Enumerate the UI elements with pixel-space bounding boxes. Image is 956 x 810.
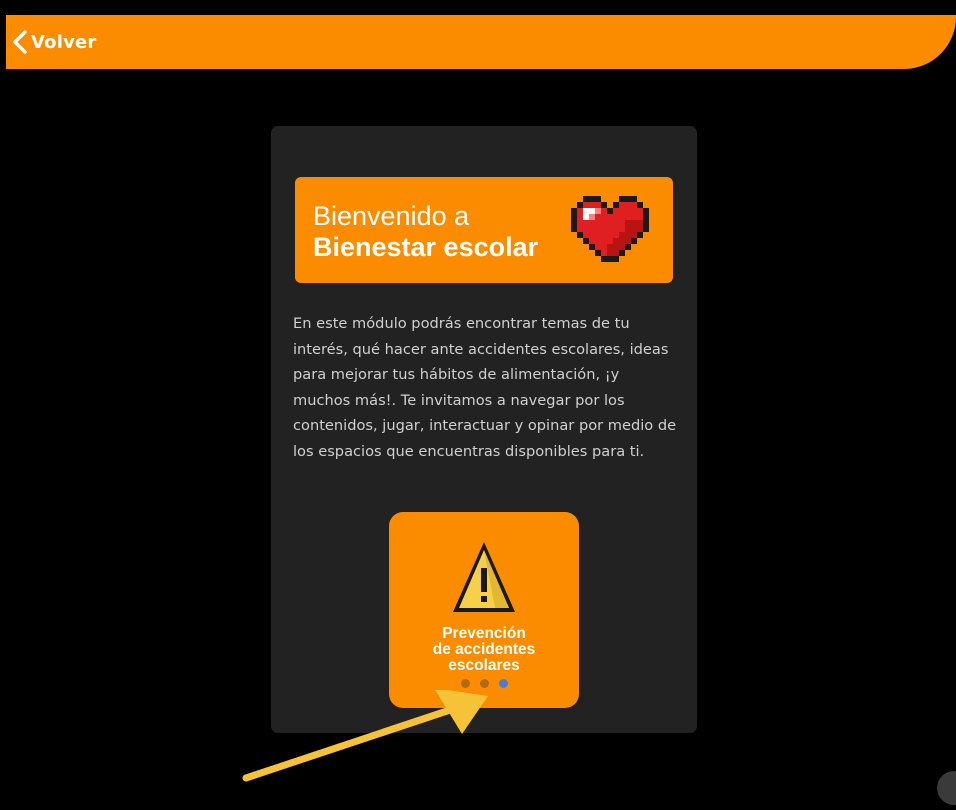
back-button[interactable]: Volver bbox=[12, 22, 97, 62]
floating-button[interactable] bbox=[937, 771, 956, 805]
welcome-title-line2: Bienestar escolar bbox=[313, 232, 539, 262]
carousel-dot-active[interactable] bbox=[499, 679, 508, 688]
top-bar: Volver bbox=[6, 15, 956, 69]
module-tile-label: Prevención de accidentes escolares bbox=[432, 625, 536, 674]
chevron-left-icon bbox=[13, 30, 27, 54]
back-button-label: Volver bbox=[31, 31, 97, 53]
annotation-arrow bbox=[242, 690, 488, 782]
pixel-heart-icon bbox=[571, 196, 649, 262]
carousel-dot[interactable] bbox=[461, 679, 470, 688]
welcome-title-line1: Bienvenido a bbox=[313, 201, 470, 231]
carousel-dot[interactable] bbox=[480, 679, 489, 688]
welcome-banner: Bienvenido a Bienestar escolar bbox=[295, 177, 673, 283]
status-bar bbox=[0, 0, 956, 6]
carousel-pagination bbox=[461, 679, 511, 689]
welcome-description: En este módulo podrás encontrar temas de… bbox=[293, 315, 677, 460]
module-tile-accident-prevention[interactable]: Prevención de accidentes escolares bbox=[389, 512, 579, 708]
welcome-card: Bienvenido a Bienestar escolar En este m… bbox=[271, 126, 697, 733]
warning-icon bbox=[453, 542, 515, 612]
